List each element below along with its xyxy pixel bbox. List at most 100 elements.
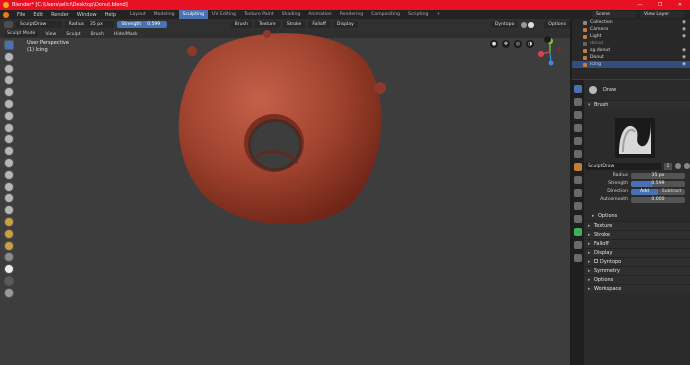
scrape-tool-icon[interactable] xyxy=(4,157,14,168)
scene-selector[interactable]: Scene xyxy=(592,11,636,18)
view-layer-selector[interactable]: View Layer xyxy=(640,11,684,18)
tab-layout[interactable]: Layout xyxy=(126,12,150,17)
menu-render[interactable]: Render xyxy=(47,12,73,18)
transform-icon[interactable]: ✥ xyxy=(502,40,510,48)
outliner-item-camera[interactable]: Camera ◉ xyxy=(572,26,690,33)
menu-file[interactable]: File xyxy=(13,12,29,18)
radius-field[interactable]: 35 px xyxy=(631,172,685,179)
menu-edit[interactable]: Edit xyxy=(29,12,47,18)
shading-material-icon[interactable] xyxy=(528,21,535,28)
dyntopo-checkbox[interactable] xyxy=(594,259,598,263)
tab-texture-paint[interactable]: Texture Paint xyxy=(240,12,278,17)
nudge-tool-icon[interactable] xyxy=(4,216,14,227)
constraints-tab-icon[interactable] xyxy=(574,215,582,223)
tab-shading[interactable]: Shading xyxy=(278,12,305,17)
outliner-item-collection[interactable]: Collection ◉ xyxy=(572,19,690,26)
data-tab-icon[interactable] xyxy=(574,228,582,236)
tab-scripting[interactable]: Scripting xyxy=(404,12,432,17)
mode-selector[interactable]: Sculpt Mode xyxy=(4,31,39,37)
outliner-item-icing[interactable]: Icing ◉ xyxy=(572,61,690,68)
close-button[interactable]: ✕ xyxy=(670,0,690,10)
thumb-tool-icon[interactable] xyxy=(4,205,14,216)
eye-icon[interactable]: ◉ xyxy=(682,33,686,40)
dyntopo-panel-header[interactable]: Dyntopo xyxy=(585,257,690,267)
tab-animation[interactable]: Animation xyxy=(304,12,335,17)
menu-window[interactable]: Window xyxy=(73,12,101,18)
texture-tab-icon[interactable] xyxy=(574,254,582,262)
menu-brush[interactable]: Brush xyxy=(230,21,252,28)
outliner-item-donut-collection[interactable]: donut xyxy=(572,40,690,47)
options-subpanel-header[interactable]: Options xyxy=(585,212,690,221)
tab-rendering[interactable]: Rendering xyxy=(336,12,367,17)
eye-icon[interactable]: ◉ xyxy=(682,54,686,61)
tab-sculpting[interactable]: Sculpting xyxy=(178,10,208,19)
outliner-item-light[interactable]: Light ◉ xyxy=(572,33,690,40)
maximize-button[interactable]: ❐ xyxy=(650,0,670,10)
inflate-tool-icon[interactable] xyxy=(4,87,14,98)
physics-tab-icon[interactable] xyxy=(574,202,582,210)
menu-stroke[interactable]: Stroke xyxy=(282,21,306,28)
layer-tool-icon[interactable] xyxy=(4,75,14,86)
autosmooth-field[interactable]: 0.000 xyxy=(631,196,685,203)
copy-brush-icon[interactable] xyxy=(684,163,690,169)
stroke-panel-header[interactable]: Stroke xyxy=(585,230,690,240)
object-tab-icon[interactable] xyxy=(574,163,582,171)
render-tab-icon[interactable] xyxy=(574,98,582,106)
outliner-item-sg-donut[interactable]: sg.donut ◉ xyxy=(572,47,690,54)
grab-tool-icon[interactable] xyxy=(4,181,14,192)
brush-icon[interactable] xyxy=(4,21,13,28)
outliner-item-donut[interactable]: Donut ◉ xyxy=(572,54,690,61)
menu-brush-2[interactable]: Brush xyxy=(88,32,107,37)
view-layer-tab-icon[interactable] xyxy=(574,124,582,132)
box-mask-tool-icon[interactable] xyxy=(4,264,14,275)
brush-selector[interactable]: SculptDraw xyxy=(15,21,62,28)
menu-view[interactable]: View xyxy=(42,32,59,37)
symmetry-panel-header[interactable]: Symmetry xyxy=(585,266,690,276)
direction-subtract-button[interactable]: Subtract xyxy=(658,188,685,195)
particles-tab-icon[interactable] xyxy=(574,189,582,197)
add-workspace-button[interactable]: + xyxy=(432,12,444,17)
eye-icon[interactable]: ● xyxy=(490,40,498,48)
modifier-tab-icon[interactable] xyxy=(574,176,582,184)
snake-hook-tool-icon[interactable] xyxy=(4,193,14,204)
workspace-panel-header[interactable]: Workspace xyxy=(585,284,690,294)
gizmo-icon[interactable]: ◎ xyxy=(514,40,522,48)
minimize-button[interactable]: — xyxy=(630,0,650,10)
menu-hide-mask[interactable]: Hide/Mask xyxy=(111,32,141,37)
scene-tab-icon[interactable] xyxy=(574,137,582,145)
tab-modeling[interactable]: Modeling xyxy=(150,12,179,17)
clay-tool-icon[interactable] xyxy=(4,51,14,62)
zoom-icon[interactable] xyxy=(544,36,551,43)
dyntopo-toggle[interactable]: Dyntopo xyxy=(490,21,519,28)
tab-compositing[interactable]: Compositing xyxy=(367,12,404,17)
texture-panel-header[interactable]: Texture xyxy=(585,221,690,231)
strength-field[interactable]: 0.599 xyxy=(631,180,685,187)
brush-name-field[interactable]: SculptDraw xyxy=(585,162,661,170)
flatten-tool-icon[interactable] xyxy=(4,134,14,145)
material-tab-icon[interactable] xyxy=(574,241,582,249)
eye-icon[interactable]: ◉ xyxy=(682,26,686,33)
brush-users-count[interactable]: 2 xyxy=(664,162,672,170)
display-panel-header[interactable]: Display xyxy=(585,248,690,258)
blob-tool-icon[interactable] xyxy=(4,98,14,109)
options-panel-header[interactable]: Options xyxy=(585,275,690,285)
mask-tool-icon[interactable] xyxy=(4,252,14,263)
crease-tool-icon[interactable] xyxy=(4,110,14,121)
menu-display[interactable]: Display xyxy=(332,21,358,28)
tool-tab-icon[interactable] xyxy=(574,85,582,93)
annotate-tool-icon[interactable] xyxy=(4,287,14,298)
strength-field[interactable]: Strength 0.599 xyxy=(117,21,168,28)
options-menu[interactable]: Options xyxy=(544,21,570,28)
direction-add-button[interactable]: Add xyxy=(631,188,658,195)
eye-icon[interactable]: ◉ xyxy=(682,61,686,68)
menu-falloff[interactable]: Falloff xyxy=(308,21,330,28)
overlay-icon[interactable]: ◑ xyxy=(526,40,534,48)
blender-menu-icon[interactable] xyxy=(3,11,9,18)
output-tab-icon[interactable] xyxy=(574,111,582,119)
draw-tool-icon[interactable] xyxy=(4,40,14,50)
simplify-tool-icon[interactable] xyxy=(4,240,14,251)
shading-solid-icon[interactable] xyxy=(521,21,528,28)
pinch-tool-icon[interactable] xyxy=(4,169,14,180)
radius-field[interactable]: Radius 35 px xyxy=(64,21,115,28)
clay-strips-tool-icon[interactable] xyxy=(4,63,14,74)
